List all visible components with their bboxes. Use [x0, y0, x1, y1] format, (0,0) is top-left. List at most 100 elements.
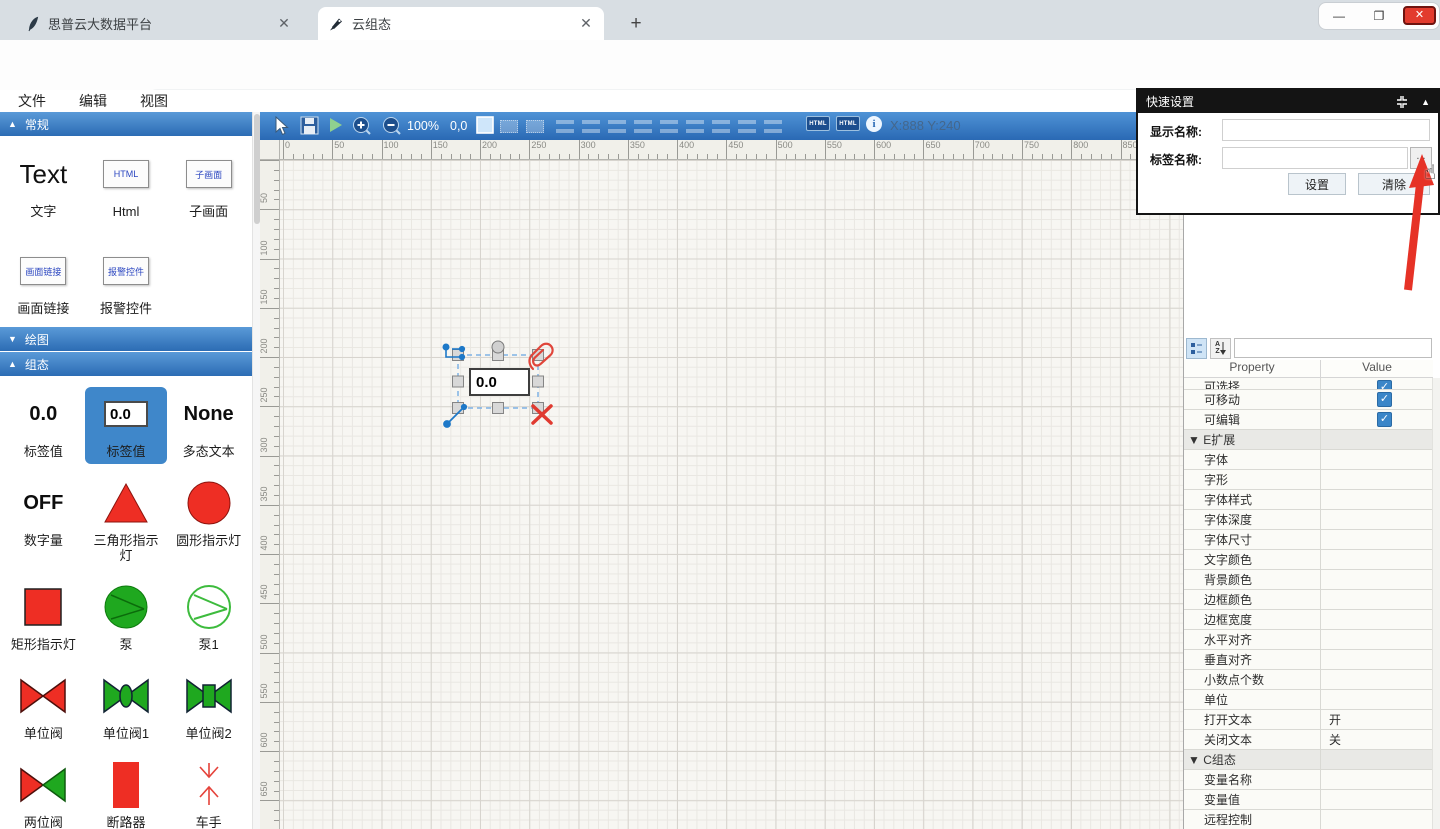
palette-item-breaker[interactable]: 断路器	[85, 758, 168, 829]
property-row[interactable]: 字体深度	[1184, 510, 1433, 530]
clear-button[interactable]: 清除	[1358, 173, 1430, 195]
menu-view[interactable]: 视图	[140, 91, 168, 111]
canvas-grid-icon[interactable]	[476, 116, 494, 134]
property-value[interactable]	[1321, 690, 1433, 709]
categorized-view-icon[interactable]	[1186, 338, 1207, 359]
property-value[interactable]: 关	[1321, 730, 1433, 749]
property-value[interactable]	[1321, 630, 1433, 649]
zoom-out-icon[interactable]	[382, 116, 402, 136]
property-value[interactable]: ✓	[1321, 390, 1433, 409]
section-header-general[interactable]: ▲ 常规	[0, 112, 252, 136]
restore-icon[interactable]: ❐	[1367, 9, 1391, 23]
palette-item-square-indicator[interactable]: 矩形指示灯	[2, 580, 85, 657]
property-value[interactable]: 开	[1321, 710, 1433, 729]
property-value[interactable]	[1321, 490, 1433, 509]
palette-item-html[interactable]: HTML Html	[85, 147, 168, 224]
play-icon[interactable]	[328, 116, 344, 134]
info-icon[interactable]: i	[866, 116, 882, 132]
palette-item-text[interactable]: Text 文字	[2, 147, 85, 224]
palette-item-screen-link[interactable]: 画面链接 画面链接	[2, 244, 85, 321]
property-value[interactable]	[1321, 610, 1433, 629]
tab-close-icon[interactable]: ✕	[578, 15, 594, 32]
palette-item-alarm[interactable]: 报警控件 报警控件	[85, 244, 168, 321]
checkbox-checked-icon[interactable]: ✓	[1377, 380, 1392, 390]
section-header-scada[interactable]: ▲ 组态	[0, 352, 252, 376]
property-row[interactable]: 打开文本开	[1184, 710, 1433, 730]
property-value[interactable]	[1321, 450, 1433, 469]
new-tab-button[interactable]: +	[624, 12, 648, 36]
palette-item-multistate-text[interactable]: None 多态文本	[167, 387, 250, 464]
palette-item-subscreen[interactable]: 子画面 子画面	[167, 147, 250, 224]
palette-item-digital[interactable]: OFF 数字量	[2, 476, 85, 568]
property-row[interactable]: 小数点个数	[1184, 670, 1433, 690]
property-value[interactable]	[1321, 810, 1433, 829]
palette-item-handcart[interactable]: 车手	[167, 758, 250, 829]
browser-tab-1[interactable]: 思普云大数据平台 ✕	[16, 7, 302, 40]
section-header-drawing[interactable]: ▼ 绘图	[0, 327, 252, 351]
set-button[interactable]: 设置	[1288, 173, 1346, 195]
minimize-icon[interactable]: —	[1327, 9, 1351, 23]
property-value[interactable]	[1321, 550, 1433, 569]
palette-item-two-way-valve[interactable]: 两位阀	[2, 758, 85, 829]
property-value[interactable]	[1321, 510, 1433, 529]
palette-item-pump-outline[interactable]: 泵1	[167, 580, 250, 657]
collapse-panel-icon[interactable]: ▲	[1421, 97, 1430, 107]
property-row[interactable]: 可移动✓	[1184, 390, 1433, 410]
palette-item-triangle-indicator[interactable]: 三角形指示灯	[85, 476, 168, 568]
property-value[interactable]	[1321, 790, 1433, 809]
property-value[interactable]: ✓	[1321, 380, 1433, 390]
sidebar-scrollbar[interactable]	[252, 112, 260, 829]
property-row[interactable]: 关闭文本关	[1184, 730, 1433, 750]
property-value[interactable]	[1321, 750, 1433, 769]
property-row[interactable]: 垂直对齐	[1184, 650, 1433, 670]
ungroup-icon[interactable]	[526, 120, 544, 133]
html-export-icon[interactable]: HTML	[806, 116, 830, 131]
checkbox-checked-icon[interactable]: ✓	[1377, 412, 1392, 427]
property-row[interactable]: 边框宽度	[1184, 610, 1433, 630]
property-row[interactable]: 单位	[1184, 690, 1433, 710]
property-row[interactable]: 边框颜色	[1184, 590, 1433, 610]
palette-item-valve[interactable]: 单位阀	[2, 669, 85, 746]
rotate-handle[interactable]	[492, 341, 504, 353]
property-row[interactable]: 远程控制	[1184, 810, 1433, 829]
property-category-row[interactable]: ▼ E扩展	[1184, 430, 1433, 450]
property-value[interactable]	[1321, 770, 1433, 789]
palette-item-tag-value[interactable]: 0.0 标签值	[2, 387, 85, 464]
display-name-input[interactable]	[1222, 119, 1430, 141]
tab-close-icon[interactable]: ✕	[276, 15, 292, 32]
property-row[interactable]: 文字颜色	[1184, 550, 1433, 570]
zoom-in-icon[interactable]	[352, 116, 372, 136]
property-category-row[interactable]: ▼ C组态	[1184, 750, 1433, 770]
property-value[interactable]	[1321, 430, 1433, 449]
pointer-tool-icon[interactable]	[272, 116, 290, 136]
property-row[interactable]: 背景颜色	[1184, 570, 1433, 590]
dock-icon[interactable]	[1395, 95, 1409, 109]
palette-item-pump[interactable]: 泵	[85, 580, 168, 657]
property-value[interactable]	[1321, 650, 1433, 669]
property-row[interactable]: 字体	[1184, 450, 1433, 470]
design-canvas[interactable]: 0.0	[280, 160, 1183, 829]
checkbox-checked-icon[interactable]: ✓	[1377, 392, 1392, 407]
save-icon[interactable]	[300, 116, 319, 135]
property-grid-scrollbar[interactable]	[1432, 378, 1440, 829]
property-value[interactable]	[1321, 670, 1433, 689]
menu-edit[interactable]: 编辑	[79, 91, 107, 111]
property-value[interactable]	[1321, 590, 1433, 609]
property-row[interactable]: 可选择✓	[1184, 378, 1433, 390]
property-value[interactable]: ✓	[1321, 410, 1433, 429]
property-value[interactable]	[1321, 570, 1433, 589]
property-row[interactable]: 字体尺寸	[1184, 530, 1433, 550]
tag-name-input[interactable]	[1222, 147, 1408, 169]
property-row[interactable]: 变量值	[1184, 790, 1433, 810]
selected-tag-value-widget[interactable]: 0.0	[469, 368, 530, 396]
html-preview-icon[interactable]: HTML	[836, 116, 860, 131]
palette-item-circle-indicator[interactable]: 圆形指示灯	[167, 476, 250, 568]
alphabetical-sort-icon[interactable]: AZ	[1210, 338, 1231, 359]
palette-item-valve2[interactable]: 单位阀2	[167, 669, 250, 746]
browser-tab-2[interactable]: 云组态 ✕	[318, 7, 604, 40]
property-row[interactable]: 字形	[1184, 470, 1433, 490]
group-icon[interactable]	[500, 120, 518, 133]
property-row[interactable]: 可编辑✓	[1184, 410, 1433, 430]
palette-item-tag-value-boxed[interactable]: 0.0 标签值	[85, 387, 168, 464]
property-value[interactable]	[1321, 470, 1433, 489]
